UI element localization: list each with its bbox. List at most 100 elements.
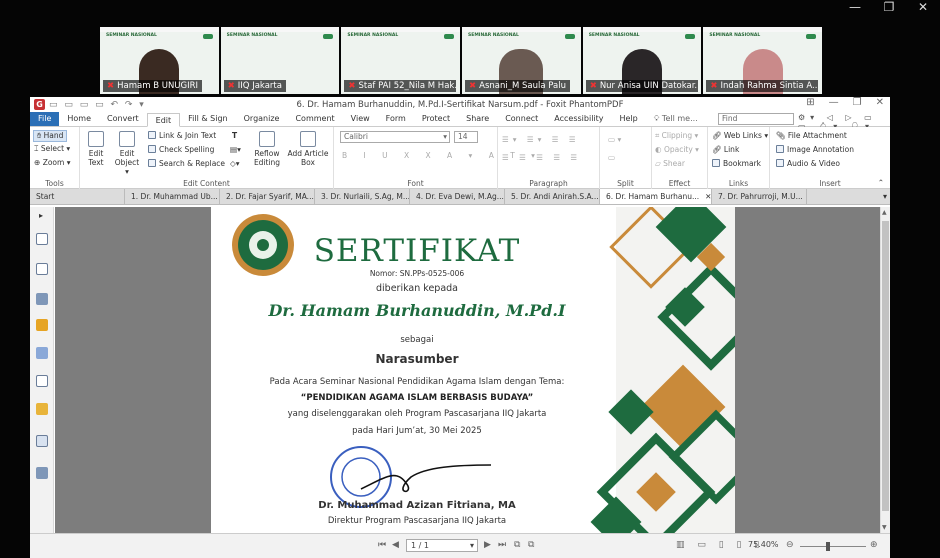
zoom-dropdown-icon[interactable]: ⊖ [786, 540, 794, 550]
comments-icon[interactable] [36, 319, 48, 331]
collapse-ribbon-icon[interactable]: ⌃ [878, 178, 884, 187]
scroll-down-icon[interactable]: ▼ [882, 524, 887, 531]
participant-tile[interactable]: SEMINAR NASIONAL ✖ Asnani_M Saula Palu [462, 27, 581, 94]
bookmarks-icon[interactable] [36, 293, 48, 305]
restore-icon[interactable]: ❐ [853, 97, 862, 108]
participant-tile[interactable]: SEMINAR NASIONAL ✖ Staf PAI 52_Nila M Hak… [341, 27, 461, 94]
page-number-input[interactable]: 1 / 1 ▾ [406, 539, 478, 552]
tab-list-dropdown-icon[interactable]: ▾ [883, 189, 887, 205]
menu-view[interactable]: View [343, 112, 378, 126]
zoom-tool-button[interactable]: ⊕ Zoom ▾ [34, 158, 70, 167]
signatures-icon[interactable] [36, 375, 48, 387]
pages-icon[interactable] [36, 233, 48, 245]
find-input[interactable]: Find [718, 113, 794, 125]
check-spelling-button[interactable]: Check Spelling [148, 145, 214, 154]
first-page-icon[interactable]: ⏮ [378, 540, 386, 550]
scrollbar-thumb[interactable] [882, 221, 889, 511]
decoration [685, 34, 696, 39]
menu-protect[interactable]: Protect [414, 112, 458, 126]
quick-access-toolbar[interactable]: ▭ ▭ ▭ ▭ ↶ ↷ ▾ [49, 100, 146, 110]
opacity-button[interactable]: ◐ Opacity ▾ [655, 145, 699, 154]
menu-organize[interactable]: Organize [236, 112, 288, 126]
tab-document[interactable]: 3. Dr. Nurlaili, S.Ag, M... [315, 189, 410, 204]
last-page-icon[interactable]: ⏭ [498, 540, 506, 550]
security-lock-icon[interactable] [36, 403, 48, 415]
align-icon[interactable]: ▤▾ [230, 145, 241, 154]
zoom-in-icon[interactable]: ⊕ [870, 540, 878, 550]
minimize-icon[interactable]: — [829, 97, 839, 108]
app-icon[interactable]: G [34, 99, 45, 110]
page-view-icon[interactable]: ⧉ [514, 540, 520, 550]
tell-me-search[interactable]: 💡︎ Tell me... [646, 112, 706, 126]
ribbon-options-icon[interactable]: ⊞ [806, 97, 814, 108]
tab-document-active[interactable]: 6. Dr. Hamam Burhanu... ✕ [600, 189, 712, 204]
web-links-button[interactable]: 🔗︎ Web Links ▾ [712, 131, 768, 140]
menu-accessibility[interactable]: Accessibility [546, 112, 611, 126]
menu-form[interactable]: Form [378, 112, 414, 126]
text-format-icon[interactable]: T [232, 131, 237, 140]
decoration [202, 34, 213, 39]
participant-tile[interactable]: SEMINAR NASIONAL ✖ IIQ Jakarta [220, 27, 340, 94]
menu-edit[interactable]: Edit [146, 113, 181, 127]
tab-document[interactable]: 2. Dr. Fajar Syarif, MA... [220, 189, 315, 204]
search-replace-button[interactable]: Search & Replace [148, 159, 225, 168]
participant-tile[interactable]: SEMINAR NASIONAL ✖ Nur Anisa UIN Datokar.… [582, 27, 702, 94]
scroll-up-icon[interactable]: ▲ [882, 209, 887, 216]
close-icon[interactable]: ✕ [908, 0, 938, 14]
expand-panel-icon[interactable]: ▸ [39, 211, 43, 220]
menu-share[interactable]: Share [458, 112, 497, 126]
menu-convert[interactable]: Convert [99, 112, 147, 126]
tab-document[interactable]: 1. Dr. Muhammad Ub... [125, 189, 220, 204]
content-icon[interactable] [36, 435, 48, 447]
tab-start[interactable]: Start [30, 189, 125, 204]
audio-video-button[interactable]: Audio & Video [776, 159, 840, 168]
decoration [444, 34, 455, 39]
menu-help[interactable]: Help [612, 112, 646, 126]
shape-icon[interactable]: ◇▾ [230, 159, 240, 168]
previous-page-icon[interactable]: ◀ [392, 540, 399, 550]
participant-tile[interactable]: SEMINAR NASIONAL ✖ Indah Rahma Sintia A..… [703, 27, 823, 94]
menu-file[interactable]: File [30, 112, 60, 126]
zoom-level[interactable]: 75.40% [748, 540, 779, 549]
attachments-icon[interactable] [36, 347, 48, 359]
menu-home[interactable]: Home [59, 112, 99, 126]
zoom-slider[interactable] [800, 546, 866, 547]
tab-document[interactable]: 4. Dr. Eva Dewi, M.Ag... [410, 189, 505, 204]
menu-comment[interactable]: Comment [287, 112, 342, 126]
layers-icon[interactable] [36, 263, 48, 275]
ribbon-group-split: ▭ ▾ ▭ Split [600, 127, 652, 189]
file-attachment-button[interactable]: 📎︎ File Attachment [776, 131, 847, 140]
tab-document[interactable]: 7. Dr. Pahrurroji, M.U... [712, 189, 807, 204]
image-annotation-button[interactable]: Image Annotation [776, 145, 854, 154]
add-article-box-button[interactable]: Add Article Box [286, 131, 330, 167]
vertical-scrollbar[interactable]: ▲ ▼ [880, 207, 890, 533]
next-page-icon[interactable]: ▶ [484, 540, 491, 550]
select-tool-button[interactable]: ⌶ Select ▾ [34, 144, 70, 154]
split-option-button[interactable]: ▭ [608, 153, 615, 162]
edit-object-button[interactable]: Edit Object ▾ [112, 131, 142, 176]
tags-icon[interactable] [36, 467, 48, 479]
hand-tool-button[interactable]: ✋︎ Hand [33, 130, 68, 142]
reflow-editing-button[interactable]: Reflow Editing [250, 131, 284, 167]
close-tab-icon[interactable]: ✕ [705, 192, 711, 201]
split-button[interactable]: ▭ ▾ [608, 135, 621, 144]
font-family-select[interactable]: Calibri ▾ [340, 131, 450, 143]
menu-fill-sign[interactable]: Fill & Sign [180, 112, 235, 126]
edit-text-button[interactable]: Edit Text [84, 131, 108, 167]
participant-tile[interactable]: SEMINAR NASIONAL ✖ Hamam B UNUGIRI [100, 27, 219, 94]
tab-document[interactable]: 5. Dr. Andi Anirah.S.A... [505, 189, 600, 204]
font-size-select[interactable]: 14 [454, 131, 478, 143]
bookmark-button[interactable]: Bookmark [712, 159, 761, 168]
alignment-buttons[interactable]: ☰ ☰ ☰ ☰ ☰ [502, 153, 581, 162]
restore-icon[interactable]: ❐ [874, 0, 904, 14]
menu-connect[interactable]: Connect [497, 112, 546, 126]
zoom-slider-handle[interactable] [826, 542, 830, 551]
minimize-icon[interactable]: — [840, 0, 870, 14]
page-view-icon[interactable]: ⧉ [528, 540, 534, 550]
clipping-button[interactable]: ⌗ Clipping ▾ [655, 131, 698, 141]
list-buttons[interactable]: ☰▾ ☰▾ ☰ ☰ [502, 135, 580, 144]
close-icon[interactable]: ✕ [876, 97, 884, 108]
shear-button[interactable]: ▱ Shear [655, 159, 685, 168]
link-join-text-button[interactable]: Link & Join Text [148, 131, 216, 140]
link-button[interactable]: 🔗︎ Link [712, 145, 739, 154]
